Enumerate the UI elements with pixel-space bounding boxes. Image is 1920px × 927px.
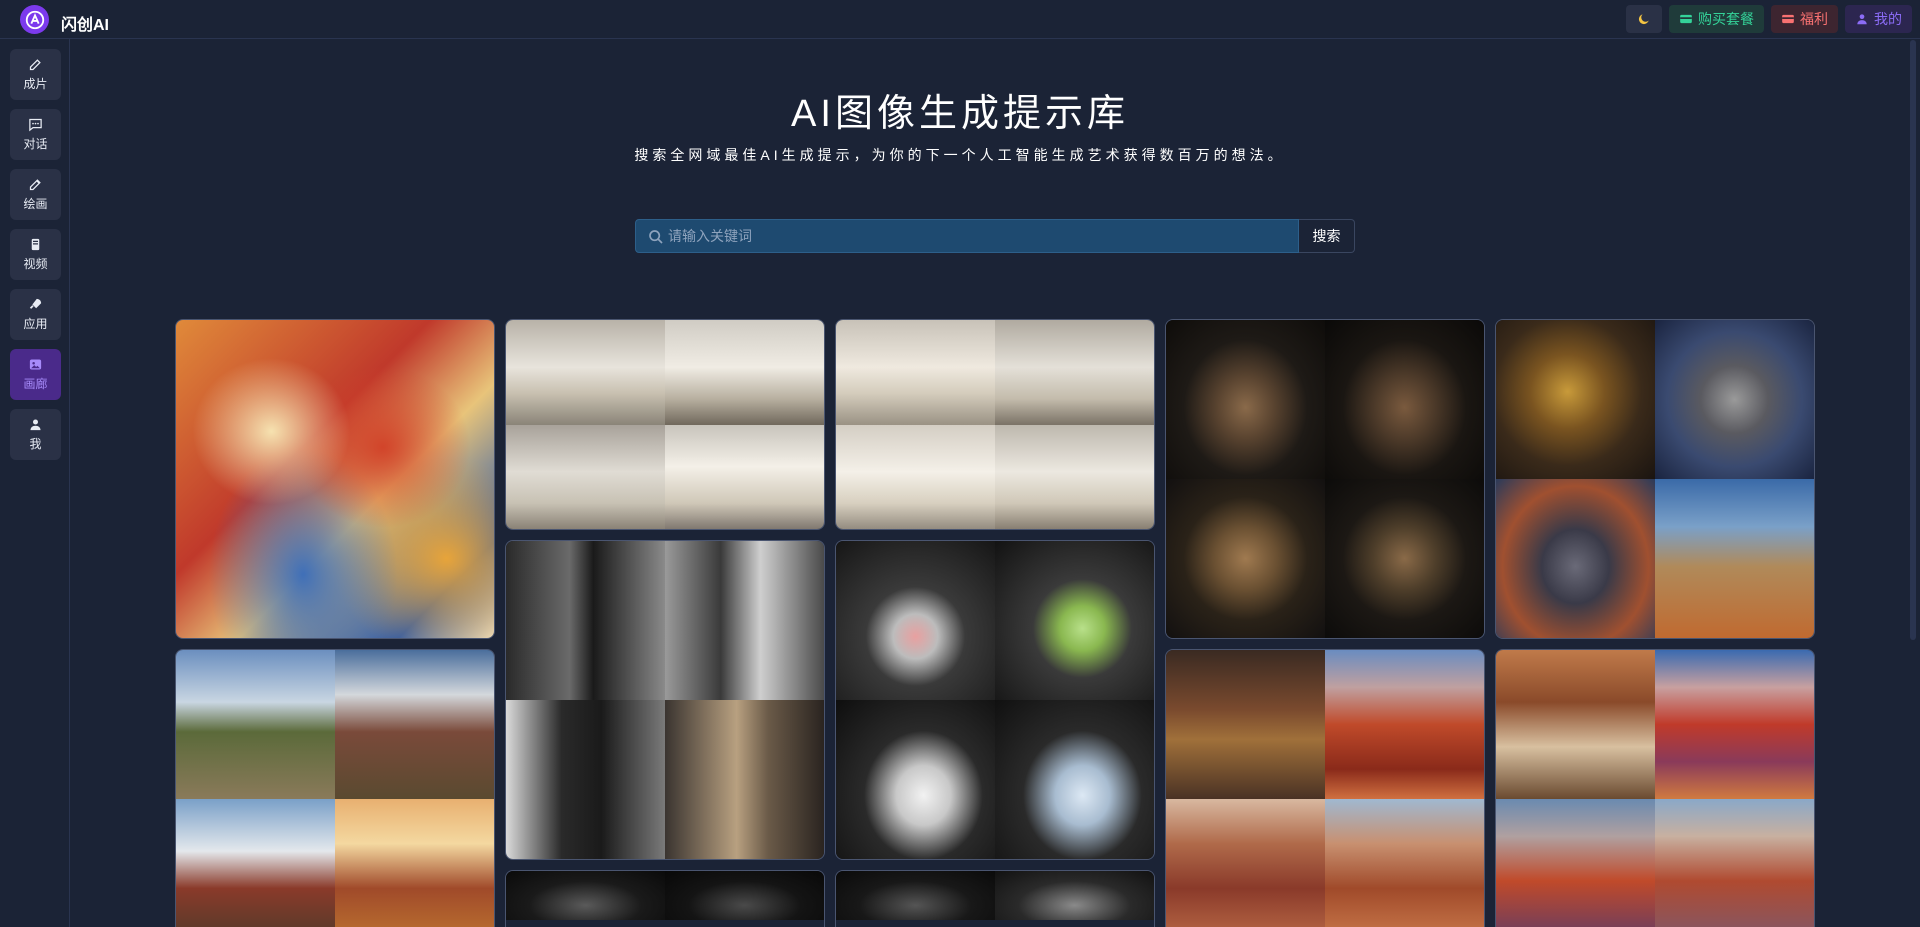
search-icon — [649, 230, 663, 244]
theme-toggle-button[interactable] — [1626, 5, 1662, 33]
gallery-item-camera-1[interactable] — [505, 870, 825, 927]
sidebar-item-label: 视频 — [23, 257, 48, 271]
sidebar-item-me[interactable]: 我 — [10, 409, 61, 460]
sidebar-item-label: 绘画 — [23, 197, 48, 211]
benefits-label: 福利 — [1800, 11, 1828, 27]
scrollbar-track — [1910, 40, 1916, 640]
gallery-item-living-room-2[interactable] — [835, 319, 1155, 530]
sidebar-item-label: 我 — [29, 437, 42, 451]
sidebar: 成片 对话 绘画 视频 应用 画廊 我 — [0, 39, 70, 927]
edit-icon — [29, 59, 41, 71]
my-account-button[interactable]: 我的 — [1845, 5, 1912, 33]
search-bar: 搜索 — [635, 219, 1355, 253]
top-bar: 闪创AI 购买套餐 福利 我的 — [0, 0, 1920, 39]
page-title: AI图像生成提示库 — [791, 93, 1129, 135]
my-account-label: 我的 — [1874, 11, 1902, 27]
sidebar-item-gallery[interactable]: 画廊 — [10, 349, 61, 400]
brush-icon — [29, 179, 41, 191]
sidebar-item-label: 画廊 — [23, 377, 48, 391]
gallery-item-snake[interactable] — [1495, 319, 1815, 639]
buy-plan-button[interactable]: 购买套餐 — [1669, 5, 1764, 33]
card-icon — [1680, 14, 1692, 24]
moon-icon — [1638, 14, 1649, 25]
page-scrollbar[interactable] — [1908, 40, 1918, 640]
gallery-icon — [29, 359, 42, 370]
gallery-item-canyon-2[interactable] — [1495, 649, 1815, 927]
gallery-item-woman-street[interactable] — [505, 540, 825, 860]
header-actions: 购买套餐 福利 我的 — [1626, 5, 1912, 33]
sidebar-item-label: 应用 — [23, 317, 48, 331]
video-icon — [31, 238, 40, 251]
sidebar-item-apps[interactable]: 应用 — [10, 289, 61, 340]
page-subtitle: 搜索全网域最佳AI生成提示，为你的下一个人工智能生成艺术获得数百万的想法。 — [634, 147, 1286, 163]
gallery-item-living-room-1[interactable] — [505, 319, 825, 530]
search-field — [635, 219, 1299, 253]
gallery-item-humidifier[interactable] — [835, 540, 1155, 860]
search-button[interactable]: 搜索 — [1299, 219, 1355, 253]
rocket-icon — [29, 298, 42, 309]
gallery-item-camera-2[interactable] — [835, 870, 1155, 927]
benefits-button[interactable]: 福利 — [1771, 5, 1838, 33]
search-input[interactable] — [668, 220, 1288, 252]
brand-name: 闪创AI — [61, 17, 110, 34]
sidebar-item-video[interactable]: 视频 — [10, 229, 61, 280]
gallery-item-potala[interactable] — [175, 649, 495, 927]
ticket-icon — [1782, 14, 1794, 24]
sidebar-item-painting[interactable]: 绘画 — [10, 169, 61, 220]
buy-plan-label: 购买套餐 — [1698, 11, 1754, 27]
user-icon — [1857, 14, 1867, 25]
gallery-item-canyon-1[interactable] — [1165, 649, 1485, 927]
gallery-item-old-man[interactable] — [1165, 319, 1485, 639]
user-icon — [30, 419, 41, 431]
gallery-item-silk-dragon[interactable] — [175, 319, 495, 639]
logo-icon[interactable] — [20, 5, 49, 34]
